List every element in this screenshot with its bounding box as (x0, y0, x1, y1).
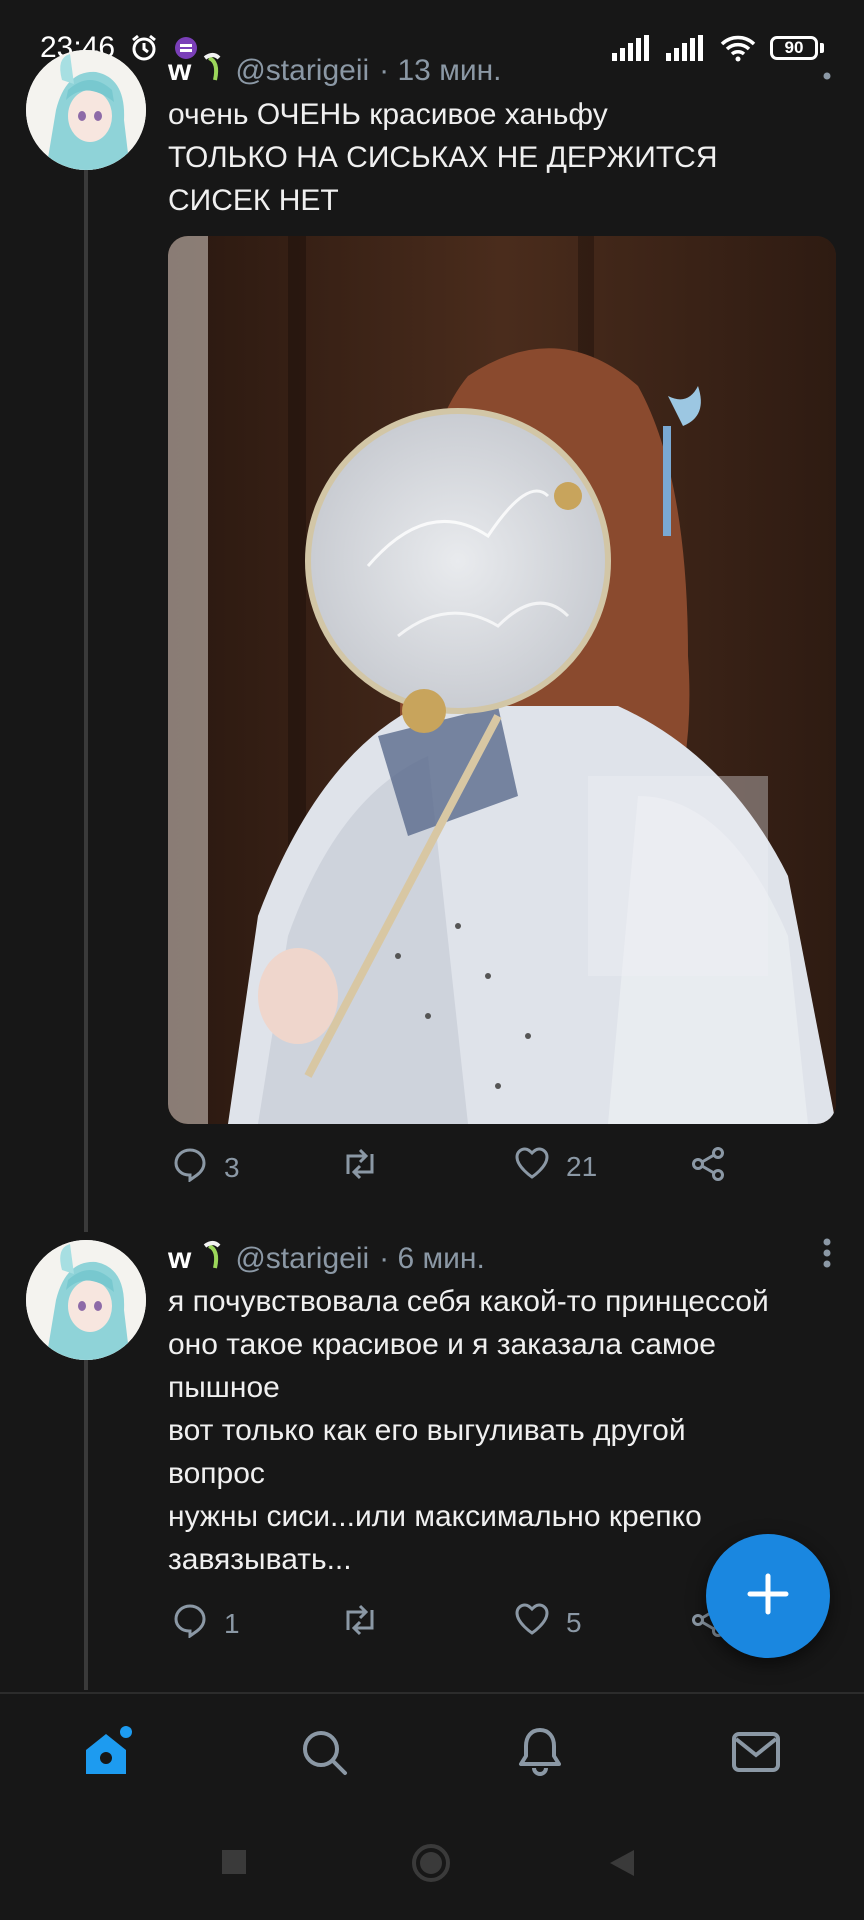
display-name[interactable]: w (168, 1242, 191, 1276)
tweet-header: w @starigeii · 13 мин. (168, 52, 502, 90)
retweet-button[interactable] (340, 1602, 380, 1645)
tweet-actions: 1 5 (168, 1602, 788, 1650)
handle[interactable]: @starigeii (235, 1242, 369, 1276)
tweet-photo[interactable] (168, 236, 836, 1124)
avatar[interactable] (26, 50, 146, 170)
recent-apps-icon[interactable] (220, 1848, 248, 1881)
tweet-text-line: пышное (168, 1371, 280, 1404)
reply-button[interactable]: 3 (172, 1146, 240, 1189)
tweet-text-line: вопрос (168, 1457, 265, 1490)
share-button[interactable] (690, 1146, 726, 1189)
display-name[interactable]: w (168, 54, 191, 88)
timestamp: · 13 мин. (379, 54, 502, 87)
tweet-text-line: я почувствовала себя какой-то принцессой (168, 1285, 769, 1318)
tweet-text-line: вот только как его выгуливать другой (168, 1414, 686, 1447)
search-icon (299, 1727, 349, 1782)
system-navigation (0, 1816, 864, 1920)
like-icon (514, 1602, 550, 1643)
like-button[interactable]: 21 (514, 1146, 597, 1187)
tweet-text-line: очень ОЧЕНЬ красивое ханьфу (168, 98, 608, 131)
username-emoji-icon (201, 52, 225, 90)
retweet-button[interactable] (340, 1146, 380, 1189)
tweet-text: я почувствовала себя какой-то принцессой… (168, 1280, 840, 1581)
tweet-text-line: оно такое красивое и я заказала самое (168, 1328, 716, 1361)
handle[interactable]: @starigeii (235, 54, 369, 88)
tweet-text: очень ОЧЕНЬ красивое ханьфу ТОЛЬКО НА СИ… (168, 93, 840, 222)
nav-home[interactable] (76, 1722, 140, 1786)
tweet-text-line: нужны сиси...или максимально крепко (168, 1500, 702, 1533)
like-button[interactable]: 5 (514, 1602, 582, 1643)
username-emoji-icon (201, 1240, 225, 1278)
signal-icon (666, 35, 706, 61)
bottom-navigation (0, 1692, 864, 1818)
home-button-icon[interactable] (410, 1842, 452, 1889)
thread-line (84, 1360, 88, 1690)
avatar[interactable] (26, 1240, 146, 1360)
retweet-icon (340, 1602, 380, 1645)
timestamp: · 6 мин. (379, 1242, 485, 1275)
more-icon[interactable] (822, 66, 832, 85)
like-count: 21 (566, 1150, 598, 1182)
tweet-actions: 3 21 (168, 1146, 788, 1194)
thread-line (84, 170, 88, 1232)
home-icon (80, 1724, 136, 1785)
reply-count: 3 (224, 1151, 240, 1183)
tweet-header: w @starigeii · 6 мин. (168, 1240, 485, 1278)
share-icon (690, 1146, 726, 1189)
wifi-icon (720, 34, 756, 62)
reply-button[interactable]: 1 (172, 1602, 240, 1645)
notifications-icon (515, 1726, 565, 1783)
nav-search[interactable] (292, 1722, 356, 1786)
messages-icon (731, 1731, 781, 1778)
like-count: 5 (566, 1606, 582, 1638)
nav-messages[interactable] (724, 1722, 788, 1786)
nav-notifications[interactable] (508, 1722, 572, 1786)
reply-icon (172, 1146, 208, 1189)
alarm-icon (129, 33, 159, 63)
tweet-text-line: ТОЛЬКО НА СИСЬКАХ НЕ ДЕРЖИТСЯ (168, 141, 718, 174)
more-icon[interactable] (822, 1238, 832, 1273)
reply-count: 1 (224, 1607, 240, 1639)
compose-button[interactable] (706, 1534, 830, 1658)
tweet-text-line: СИСЕК НЕТ (168, 184, 339, 217)
signal-icon (612, 35, 652, 61)
like-icon (514, 1146, 550, 1187)
battery-icon: 90 (770, 36, 818, 60)
retweet-icon (340, 1146, 380, 1189)
compose-icon (746, 1572, 790, 1621)
reply-icon (172, 1602, 208, 1645)
back-icon[interactable] (608, 1848, 636, 1883)
